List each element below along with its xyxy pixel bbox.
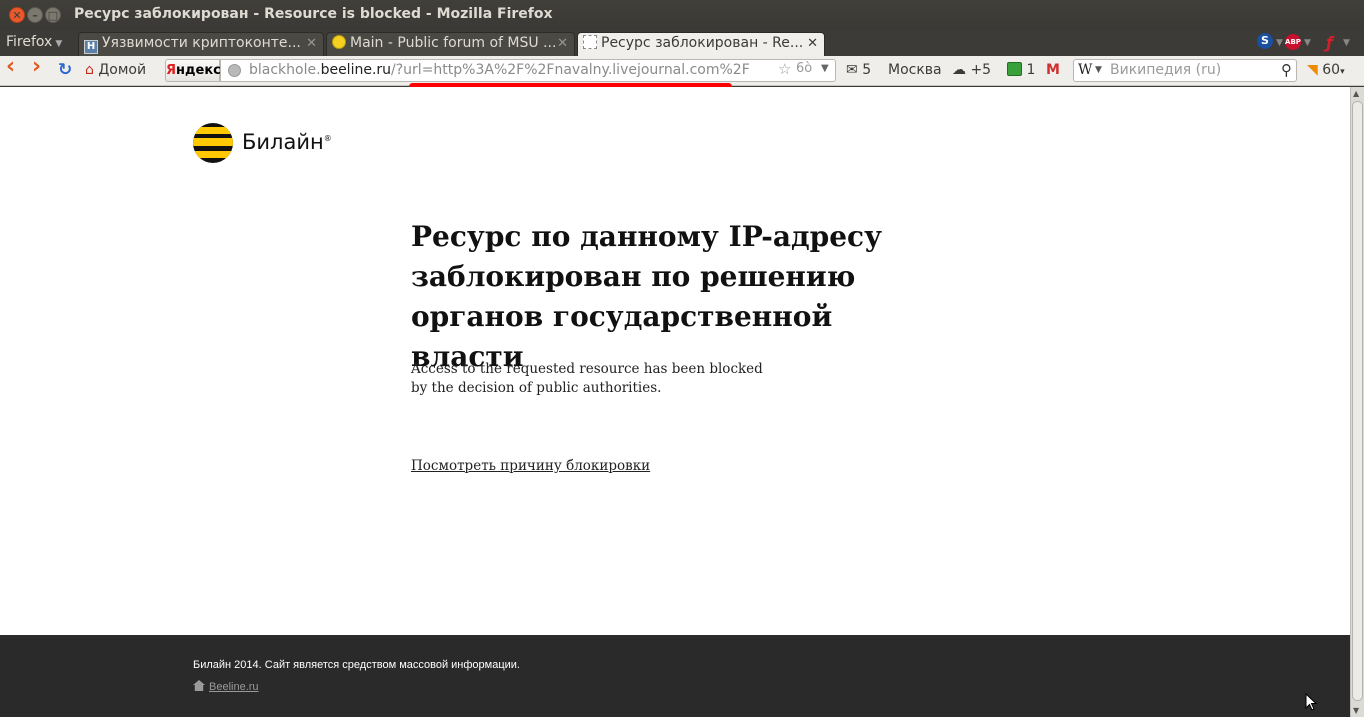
- blocked-message-line: by the decision of public authorities.: [411, 380, 662, 396]
- tab-label: Main - Public forum of MSU ...: [350, 35, 557, 51]
- firefox-menu-button[interactable]: Firefox ▼: [6, 34, 62, 50]
- mail-count: 5: [862, 62, 872, 78]
- page-heading: Ресурс по данному IP-адресу заблокирован…: [411, 220, 883, 373]
- city-widget[interactable]: Москва: [888, 62, 942, 78]
- scroll-down-icon[interactable]: ▼: [1353, 706, 1359, 715]
- weather-widget[interactable]: ☁ +5: [952, 62, 991, 78]
- footer-link[interactable]: Beeline.ru: [209, 681, 259, 693]
- blocked-message-line: Access to the requested resource has bee…: [411, 361, 763, 377]
- beeline-logo-icon: [193, 123, 233, 163]
- envelope-icon: ✉: [846, 62, 858, 78]
- chevron-down-icon: ▾: [1340, 67, 1345, 77]
- flash-icon[interactable]: ƒ: [1326, 33, 1333, 52]
- notification-widget[interactable]: 1: [1007, 62, 1035, 78]
- back-arrow-icon[interactable]: ‹: [6, 56, 15, 78]
- reload-icon[interactable]: ↻: [58, 60, 72, 80]
- scroll-thumb[interactable]: [1352, 101, 1363, 701]
- yandex-button[interactable]: Яндекс: [165, 59, 221, 82]
- window-maximize-button[interactable]: □: [45, 7, 61, 23]
- search-input[interactable]: Википедия (ru): [1110, 62, 1221, 78]
- wikipedia-icon[interactable]: W: [1078, 60, 1092, 81]
- minimize-icon: –: [32, 9, 38, 22]
- url-path: /?url=http%3A%2F%2Fnavalny.livejournal.c…: [391, 62, 750, 78]
- notification-count: 1: [1026, 62, 1036, 78]
- habr-favicon-icon: H: [84, 40, 98, 54]
- home-icon: ⌂: [85, 62, 94, 78]
- notification-icon: [1007, 62, 1022, 76]
- tab-vulnerabilities[interactable]: H Уязвимости криптоконте... ✕: [78, 32, 324, 56]
- tab-close-icon[interactable]: ✕: [306, 36, 317, 51]
- rss-widget[interactable]: ◥ 60▾: [1307, 62, 1345, 78]
- window-minimize-button[interactable]: –: [27, 7, 43, 23]
- window-titlebar: ✕ – □ Ресурс заблокирован - Resource is …: [0, 0, 1364, 30]
- navigation-bar: ‹ › ↻ ⌂ Домой Яндекс blackhole.beeline.r…: [0, 56, 1364, 86]
- page-footer: Билайн 2014. Сайт является средством мас…: [0, 635, 1350, 717]
- vertical-scrollbar[interactable]: ▲ ▼: [1350, 87, 1364, 717]
- blocking-reason-link[interactable]: Посмотреть причину блокировки: [411, 458, 650, 474]
- s-extension-icon[interactable]: S: [1257, 33, 1273, 49]
- adblock-icon[interactable]: ABP: [1285, 33, 1301, 50]
- reader-glasses-icon[interactable]: 6ò: [796, 61, 812, 76]
- page-content: Билайн® Ресурс по данному IP-адресу забл…: [0, 87, 1350, 635]
- gmail-icon[interactable]: M: [1046, 62, 1060, 78]
- tab-bar: Firefox ▼ H Уязвимости криптоконте... ✕ Ma…: [0, 30, 1364, 56]
- chevron-down-icon[interactable]: ▼: [1343, 38, 1350, 48]
- url-domain: beeline.ru: [320, 62, 392, 78]
- tab-resource-blocked[interactable]: Ресурс заблокирован - Re... ✕: [577, 32, 825, 56]
- cloud-icon: ☁: [952, 62, 966, 78]
- home-label: Домой: [98, 62, 147, 78]
- close-icon: ✕: [12, 9, 22, 22]
- rss-count: 60: [1322, 62, 1341, 78]
- search-box[interactable]: W ▼ Википедия (ru) ⚲: [1073, 59, 1297, 82]
- footer-text: Билайн 2014. Сайт является средством мас…: [193, 659, 520, 671]
- url-history-dropdown-icon[interactable]: ▼: [821, 63, 829, 74]
- tab-close-icon[interactable]: ✕: [807, 36, 818, 51]
- chevron-down-icon: ▼: [55, 39, 63, 49]
- mail-widget[interactable]: ✉ 5: [846, 62, 871, 78]
- firefox-menu-label: Firefox: [6, 34, 53, 50]
- tab-close-icon[interactable]: ✕: [557, 36, 568, 51]
- mouse-cursor-icon: [1305, 693, 1317, 711]
- tab-label: Уязвимости криптоконте...: [102, 35, 301, 51]
- maximize-icon: □: [47, 9, 59, 22]
- logo-text: Билайн®: [242, 130, 332, 154]
- blocked-message: Access to the requested resource has bee…: [411, 360, 771, 398]
- scroll-up-icon[interactable]: ▲: [1353, 89, 1359, 98]
- window-close-button[interactable]: ✕: [9, 7, 25, 23]
- weather-temp: +5: [970, 62, 992, 78]
- url-bar[interactable]: blackhole.beeline.ru/?url=http%3A%2F%2Fn…: [220, 59, 836, 82]
- smiley-favicon-icon: [332, 35, 346, 49]
- tab-msu-forum[interactable]: Main - Public forum of MSU ... ✕: [326, 32, 575, 56]
- chevron-down-icon[interactable]: ▼: [1276, 38, 1283, 48]
- rss-icon: ◥: [1307, 62, 1318, 78]
- search-icon[interactable]: ⚲: [1281, 60, 1292, 81]
- site-identity-icon[interactable]: [228, 64, 241, 77]
- tab-label: Ресурс заблокирован - Re...: [601, 35, 804, 51]
- chevron-down-icon[interactable]: ▼: [1304, 38, 1311, 48]
- yandex-logo-letter: Я: [166, 63, 177, 78]
- window-title: Ресурс заблокирован - Resource is blocke…: [74, 6, 553, 22]
- forward-arrow-icon[interactable]: ›: [32, 56, 41, 78]
- yandex-logo-text: ндекс: [176, 63, 221, 78]
- home-icon: [193, 680, 205, 691]
- url-prefix: blackhole.: [249, 62, 321, 78]
- footer-home-link[interactable]: Beeline.ru: [193, 680, 259, 693]
- blank-page-icon: [583, 35, 597, 49]
- home-button[interactable]: ⌂ Домой: [85, 62, 146, 78]
- bookmark-star-icon[interactable]: ☆: [778, 60, 791, 78]
- chevron-down-icon[interactable]: ▼: [1095, 60, 1102, 81]
